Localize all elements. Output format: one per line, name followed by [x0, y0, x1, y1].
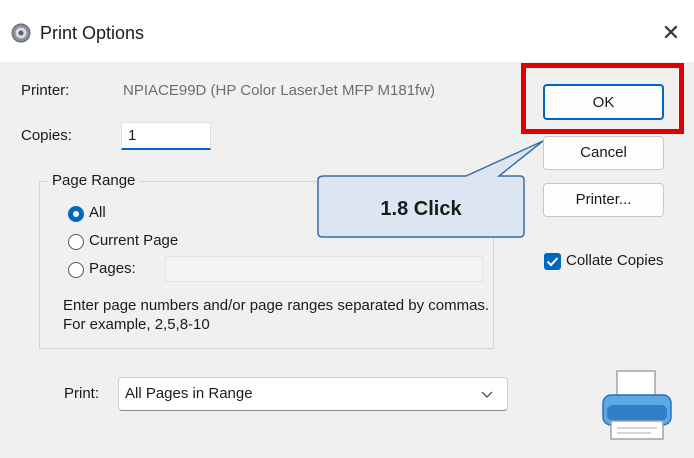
chevron-down-icon	[481, 391, 493, 398]
radio-current-page-label: Current Page	[89, 232, 179, 249]
callout-label: 1.8 Click	[380, 198, 462, 220]
gear-printer-icon	[11, 23, 31, 43]
cancel-button[interactable]: Cancel	[543, 136, 664, 170]
printer-name: NPIACE99D (HP Color LaserJet MFP M181fw)	[123, 82, 436, 99]
copies-input[interactable]: 1	[121, 122, 211, 150]
print-options-dialog: Print Options ✕ Printer: NPIACE99D (HP C…	[0, 0, 694, 458]
window-title: Print Options	[40, 23, 145, 43]
title-bar: Print Options ✕	[0, 0, 694, 62]
print-label: Print:	[64, 385, 100, 402]
radio-all[interactable]	[68, 206, 84, 222]
collate-copies-label: Collate Copies	[566, 252, 664, 269]
close-button[interactable]: ✕	[656, 18, 686, 48]
printer-button[interactable]: Printer...	[543, 183, 664, 217]
radio-pages-label: Pages:	[89, 260, 136, 277]
pages-input[interactable]	[165, 256, 483, 282]
printer-icon	[602, 370, 672, 440]
page-range-help-text: Enter page numbers and/or page ranges se…	[63, 297, 490, 333]
ok-highlight-box	[521, 63, 684, 134]
radio-all-label: All	[89, 204, 106, 221]
print-range-select[interactable]: All Pages in Range	[118, 377, 508, 411]
radio-current-page[interactable]	[68, 234, 84, 250]
checkmark-icon	[546, 257, 559, 267]
collate-copies-checkbox[interactable]	[544, 253, 561, 270]
radio-pages[interactable]	[68, 262, 84, 278]
copies-label: Copies:	[21, 127, 72, 144]
close-icon: ✕	[661, 20, 681, 45]
page-range-title: Page Range	[48, 172, 140, 189]
printer-label: Printer:	[21, 82, 70, 99]
